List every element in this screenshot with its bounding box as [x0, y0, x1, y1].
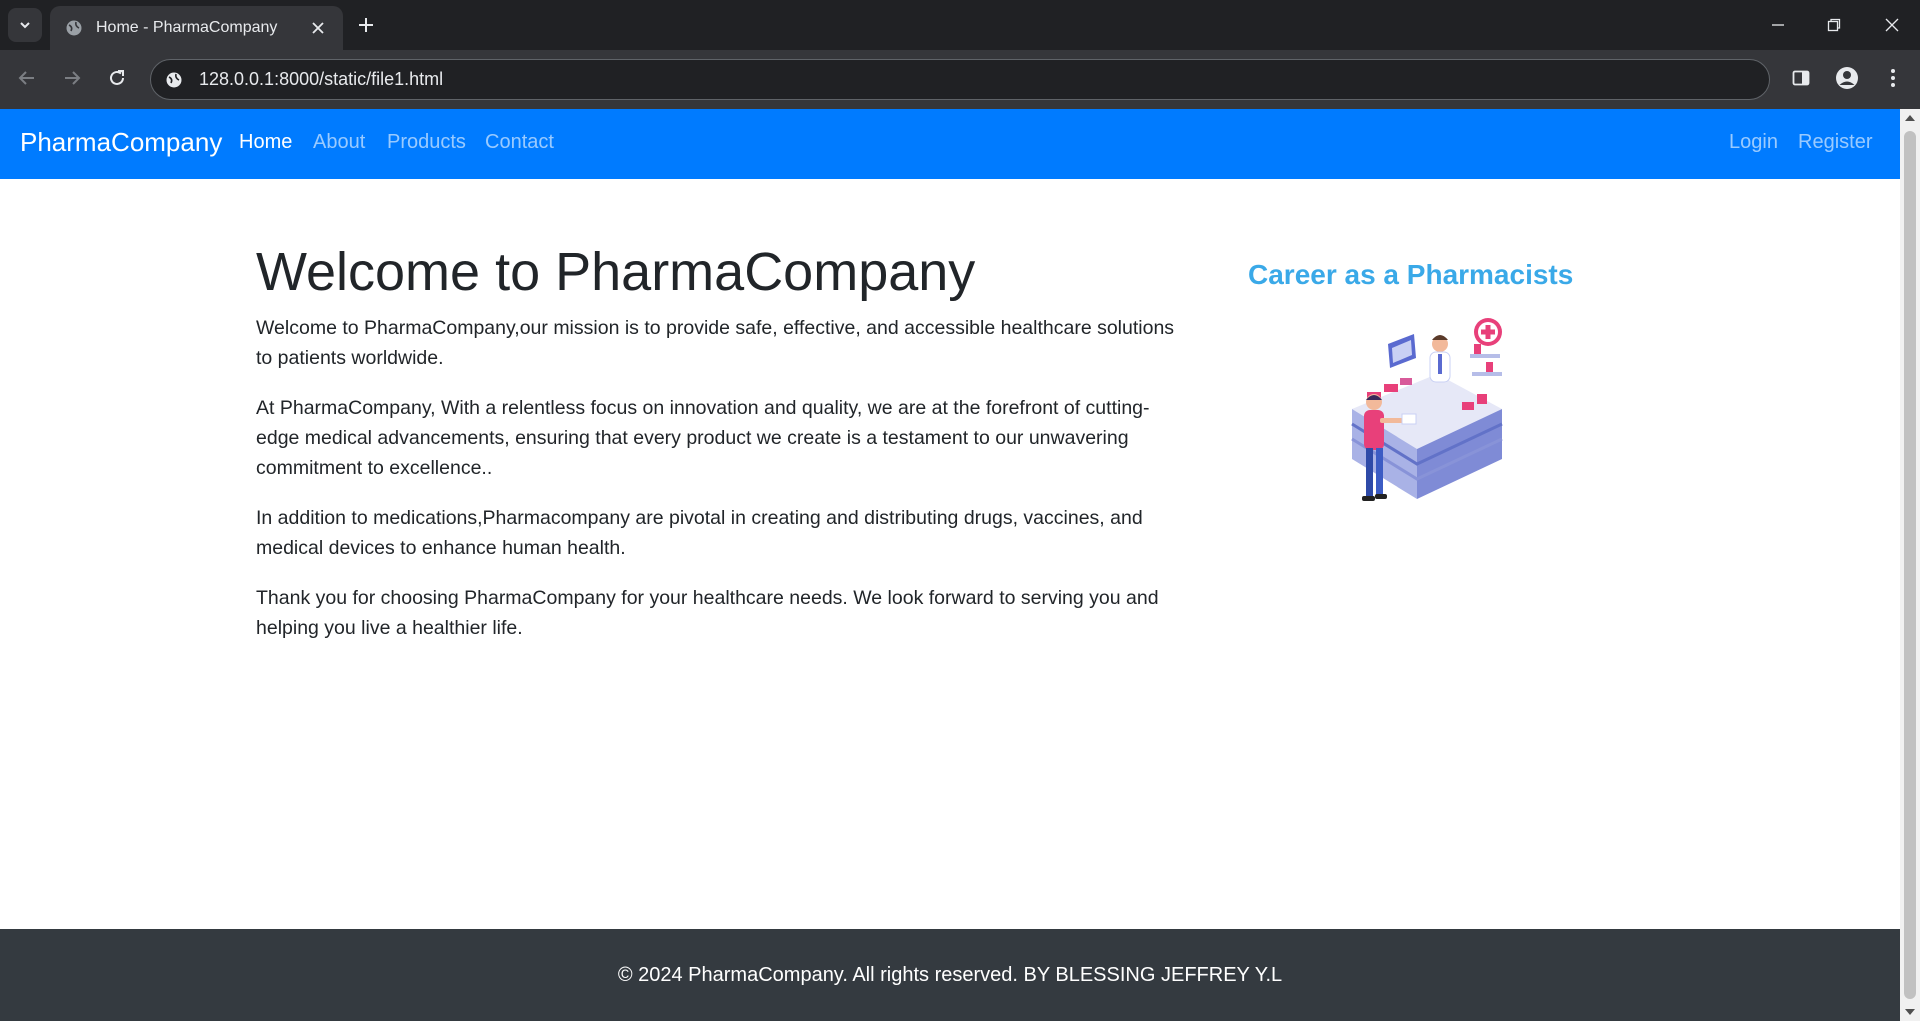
- nav-link-login[interactable]: Login: [1729, 131, 1778, 154]
- side-panel-button[interactable]: [1781, 58, 1821, 98]
- account-icon: [1836, 67, 1858, 89]
- back-button[interactable]: [7, 58, 47, 98]
- site-info-icon[interactable]: [161, 67, 187, 93]
- address-bar[interactable]: 128.0.0.1:8000/static/file1.html: [150, 59, 1770, 100]
- chevron-down-icon: [20, 22, 30, 29]
- nav-link-register[interactable]: Register: [1798, 131, 1872, 154]
- career-promo-image: Career as a Pharmacists: [1240, 259, 1610, 509]
- reload-icon: [110, 70, 124, 85]
- browser-tab[interactable]: Home - PharmaCompany: [50, 6, 343, 50]
- arrow-right-icon: [65, 71, 81, 85]
- nav-link-contact[interactable]: Contact: [485, 131, 554, 154]
- window-minimize-button[interactable]: [1750, 0, 1806, 50]
- window-close-button[interactable]: [1864, 0, 1920, 50]
- page-viewport: PharmaCompany Home About Products Contac…: [0, 109, 1900, 1021]
- caret-down-icon: [1905, 1009, 1915, 1015]
- more-vert-icon: [1891, 69, 1895, 87]
- tab-search-button[interactable]: [8, 8, 42, 42]
- globe-icon: [64, 18, 84, 38]
- arrow-left-icon: [18, 71, 34, 85]
- promo-title: Career as a Pharmacists: [1248, 259, 1574, 290]
- thank-you-paragraph: Thank you for choosing PharmaCompany for…: [256, 587, 1159, 639]
- nav-link-home[interactable]: Home: [239, 131, 292, 154]
- browser-tabstrip: Home - PharmaCompany: [0, 0, 1920, 50]
- forward-button[interactable]: [52, 58, 92, 98]
- nav-link-about[interactable]: About: [313, 131, 365, 154]
- close-icon: [312, 22, 324, 34]
- browser-toolbar: 128.0.0.1:8000/static/file1.html: [0, 50, 1920, 109]
- site-navbar: PharmaCompany Home About Products Contac…: [0, 109, 1900, 179]
- scroll-down-button[interactable]: [1900, 1003, 1920, 1021]
- navbar-brand[interactable]: PharmaCompany: [20, 127, 222, 158]
- restore-icon: [1827, 18, 1841, 32]
- innovation-paragraph: At PharmaCompany, With a relentless focu…: [256, 397, 1150, 479]
- window-restore-button[interactable]: [1806, 0, 1862, 50]
- caret-up-icon: [1905, 115, 1915, 121]
- site-footer: © 2024 PharmaCompany. All rights reserve…: [0, 929, 1900, 1021]
- page-title: Welcome to PharmaCompany: [256, 242, 976, 302]
- welcome-section: Welcome to PharmaCompany Welcome to Phar…: [256, 239, 1176, 663]
- nav-link-products[interactable]: Products: [387, 131, 466, 154]
- tab-title: Home - PharmaCompany: [96, 19, 278, 36]
- new-tab-button[interactable]: [351, 10, 381, 40]
- browser-menu-button[interactable]: [1873, 58, 1913, 98]
- profile-button[interactable]: [1827, 58, 1867, 98]
- page-scrollbar[interactable]: [1900, 109, 1920, 1021]
- intro-paragraph: Welcome to PharmaCompany,our mission is …: [256, 317, 1175, 369]
- scroll-thumb[interactable]: [1904, 131, 1916, 999]
- close-icon: [1885, 18, 1899, 32]
- pharmacy-illustration-icon: [1351, 318, 1503, 501]
- footer-copyright: © 2024 PharmaCompany. All rights reserve…: [617, 963, 1283, 986]
- minimize-icon: [1772, 24, 1784, 26]
- plus-icon: [359, 18, 373, 32]
- scroll-up-button[interactable]: [1900, 109, 1920, 127]
- url-text: 128.0.0.1:8000/static/file1.html: [199, 69, 444, 89]
- reload-button[interactable]: [97, 58, 137, 98]
- side-panel-icon: [1792, 70, 1810, 86]
- medications-paragraph: In addition to medications,Pharmacompany…: [256, 507, 1143, 559]
- tab-close-button[interactable]: [305, 15, 331, 41]
